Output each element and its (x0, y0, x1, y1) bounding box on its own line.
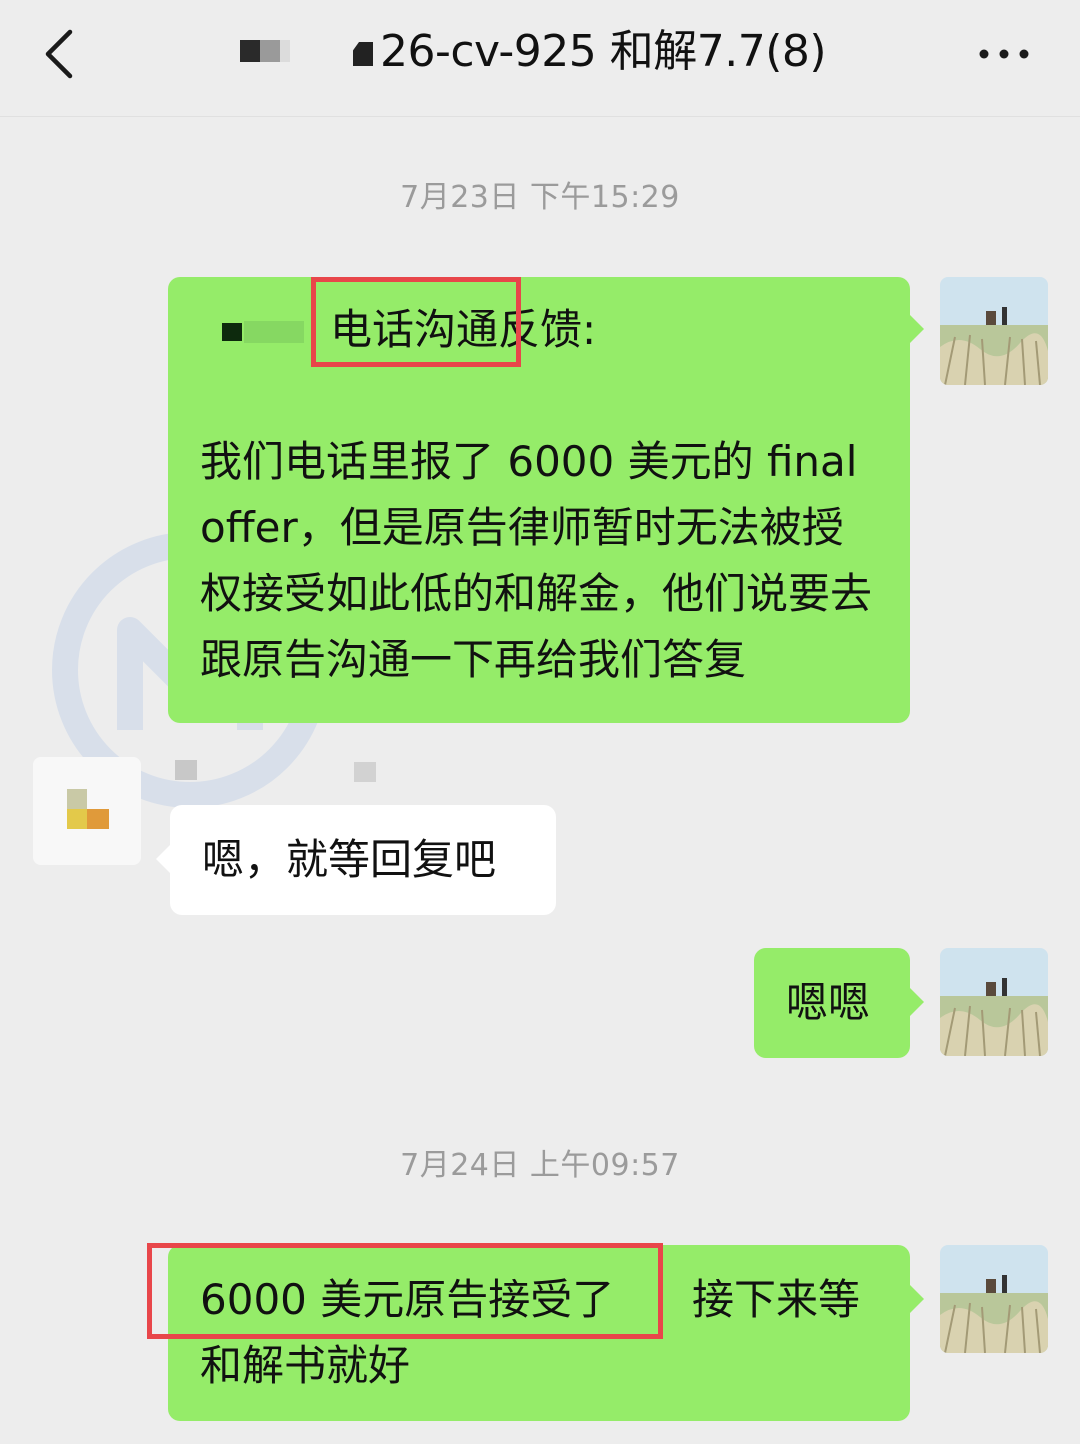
message-text-line2: 和解书就好 (200, 1341, 411, 1390)
chevron-left-icon[interactable] (36, 26, 84, 82)
self-avatar[interactable] (940, 948, 1048, 1056)
message-timestamp: 7月23日 下午15:29 (400, 180, 680, 215)
avatar-image (940, 1245, 1048, 1353)
redacted-name-block (222, 323, 242, 341)
message-body: 我们电话里报了 6000 美元的 final offer，但是原告律师暂时无法被… (200, 437, 873, 684)
title-redacted-block (240, 40, 290, 66)
message-text-rest: 接下来等 (692, 1275, 861, 1324)
self-avatar[interactable] (940, 1245, 1048, 1353)
message-bubble-self[interactable]: 6000 美元原告接受了 接下来等 和解书就好 (168, 1245, 910, 1421)
avatar-image (940, 948, 1048, 1056)
redacted-name-blur (244, 321, 304, 343)
title-redacted-mark (353, 42, 373, 66)
message-text: 嗯，就等回复吧 (202, 835, 497, 884)
message-bubble-self[interactable]: 嗯嗯 (754, 948, 910, 1058)
contact-name-redacted (354, 762, 376, 782)
self-avatar[interactable] (940, 277, 1048, 385)
contact-name-redacted (175, 760, 197, 780)
contact-avatar[interactable] (33, 757, 141, 865)
bubble-tail (910, 988, 924, 1016)
message-bubble-self[interactable]: 电话沟通 反馈: 我们电话里报了 6000 美元的 final offer，但是… (168, 277, 910, 723)
message-heading-rest: 反馈: (498, 305, 597, 354)
message-timestamp: 7月24日 上午09:57 (400, 1148, 680, 1183)
chat-title: 26-cv-925 和解7.7(8) (380, 26, 827, 77)
message-text: 嗯嗯 (786, 978, 871, 1027)
bubble-tail (910, 1285, 924, 1313)
bubble-tail (156, 845, 170, 873)
chat-header: 26-cv-925 和解7.7(8) (0, 0, 1080, 117)
message-bubble-other[interactable]: 嗯，就等回复吧 (170, 805, 556, 915)
bubble-tail (910, 315, 924, 343)
avatar-image (940, 277, 1048, 385)
message-heading-highlight: 电话沟通 (330, 305, 499, 354)
more-dots-icon[interactable] (976, 36, 1032, 72)
message-highlight-text: 6000 美元原告接受了 (200, 1275, 615, 1324)
avatar-image-redacted (33, 757, 141, 865)
